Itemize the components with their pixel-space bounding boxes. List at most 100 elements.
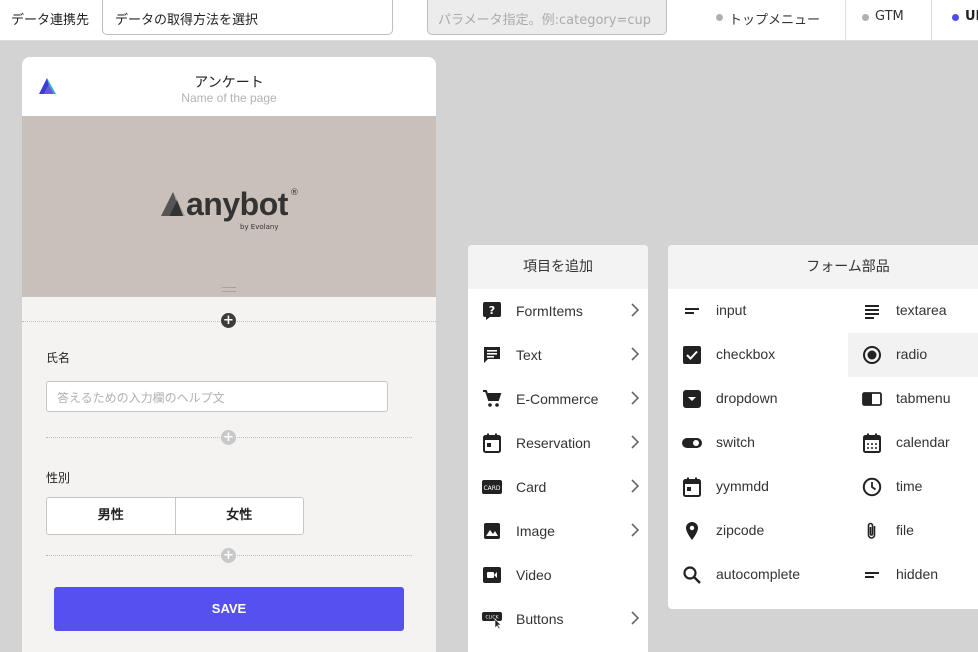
add-item-video[interactable]: Video bbox=[468, 553, 648, 597]
chevron-right-icon bbox=[631, 435, 640, 449]
toggle-icon bbox=[682, 438, 702, 448]
anybot-brand-logo: anybot ® by Evolany bbox=[161, 186, 299, 231]
part-label: dropdown bbox=[716, 390, 778, 406]
dropdown-icon bbox=[683, 390, 701, 408]
add-item-label: Reservation bbox=[516, 435, 591, 451]
add-item-label: Image bbox=[516, 523, 555, 539]
chevron-right-icon bbox=[631, 611, 640, 625]
field-label-gender: 性別 bbox=[46, 471, 71, 485]
part-input[interactable]: input bbox=[668, 289, 848, 333]
search-icon bbox=[683, 566, 701, 584]
hidden-field-icon bbox=[865, 572, 879, 578]
page-subtitle[interactable]: Name of the page bbox=[22, 91, 436, 105]
add-item-label: Buttons bbox=[516, 611, 564, 627]
video-icon bbox=[483, 567, 501, 583]
part-label: textarea bbox=[896, 302, 947, 318]
date-icon bbox=[683, 477, 701, 497]
checkbox-icon bbox=[683, 346, 701, 364]
part-hidden[interactable]: hidden bbox=[848, 553, 978, 597]
add-field-button[interactable]: + bbox=[221, 313, 236, 328]
add-item-ecommerce[interactable]: E-Commerce bbox=[468, 377, 648, 421]
brand-byline: by Evolany bbox=[240, 223, 279, 231]
form-parts-panel: フォーム部品 input checkbox dropdown switch yy… bbox=[668, 245, 978, 609]
parameter-input[interactable]: パラメータ指定。例:category=cup bbox=[427, 0, 667, 35]
card-icon: CARD bbox=[482, 480, 502, 494]
part-label: input bbox=[716, 302, 747, 318]
image-icon bbox=[484, 523, 500, 539]
chevron-right-icon bbox=[631, 303, 640, 317]
add-item-buttons[interactable]: CLICK Buttons bbox=[468, 597, 648, 641]
part-tabmenu[interactable]: tabmenu bbox=[848, 377, 978, 421]
short-text-icon bbox=[685, 308, 699, 314]
gender-radio-group: 男性 女性 bbox=[46, 497, 304, 535]
add-item-label: Card bbox=[516, 479, 547, 495]
chevron-right-icon bbox=[631, 347, 640, 361]
part-time[interactable]: time bbox=[848, 465, 978, 509]
add-item-image[interactable]: Image bbox=[468, 509, 648, 553]
svg-text:?: ? bbox=[489, 304, 495, 317]
part-textarea[interactable]: textarea bbox=[848, 289, 978, 333]
add-item-text[interactable]: Text bbox=[468, 333, 648, 377]
brand-mark-icon bbox=[161, 192, 185, 216]
add-item-label: E-Commerce bbox=[516, 391, 599, 407]
tab-label: トップメニュー bbox=[729, 13, 821, 28]
tab-status-dot bbox=[952, 14, 959, 21]
chevron-right-icon bbox=[631, 391, 640, 405]
part-label: tabmenu bbox=[896, 390, 951, 406]
add-field-button[interactable]: + bbox=[221, 548, 236, 563]
tab-url[interactable]: URL bbox=[952, 0, 978, 41]
data-source-select[interactable]: データの取得方法を選択 bbox=[102, 0, 393, 35]
part-autocomplete[interactable]: autocomplete bbox=[668, 553, 848, 597]
part-label: zipcode bbox=[716, 522, 765, 538]
part-label: switch bbox=[716, 434, 755, 450]
part-zipcode[interactable]: zipcode bbox=[668, 509, 848, 553]
add-item-card[interactable]: CARD Card bbox=[468, 465, 648, 509]
gender-option-female[interactable]: 女性 bbox=[174, 498, 304, 534]
message-icon bbox=[484, 347, 500, 363]
page-title[interactable]: アンケート bbox=[22, 72, 436, 92]
part-label: time bbox=[896, 478, 923, 494]
svg-text:CLICK: CLICK bbox=[485, 615, 499, 621]
tab-label: URL bbox=[965, 9, 978, 24]
form-preview: アンケート Name of the page anybot ® by Evola… bbox=[22, 57, 436, 652]
top-bar: データ連携先 データの取得方法を選択 パラメータ指定。例:category=cu… bbox=[0, 0, 978, 41]
part-label: autocomplete bbox=[716, 566, 801, 582]
question-box-icon: ? bbox=[483, 302, 501, 320]
field-label-name: 氏名 bbox=[46, 351, 71, 365]
part-label: calendar bbox=[896, 434, 950, 450]
add-field-button[interactable]: + bbox=[221, 430, 236, 445]
data-source-label: データ連携先 bbox=[11, 13, 90, 28]
tab-gtm[interactable]: GTM bbox=[862, 0, 904, 41]
form-parts-panel-title: フォーム部品 bbox=[668, 245, 978, 289]
add-item-formitems[interactable]: ? FormItems bbox=[468, 289, 648, 333]
add-item-reservation[interactable]: Reservation bbox=[468, 421, 648, 465]
gender-option-male[interactable]: 男性 bbox=[47, 498, 175, 534]
part-file[interactable]: file bbox=[848, 509, 978, 553]
brand-name: anybot bbox=[186, 186, 288, 222]
add-item-label: FormItems bbox=[516, 303, 583, 319]
part-label: file bbox=[896, 522, 914, 538]
part-label: hidden bbox=[896, 566, 939, 582]
drag-handle[interactable] bbox=[222, 287, 236, 292]
part-checkbox[interactable]: checkbox bbox=[668, 333, 848, 377]
paperclip-icon bbox=[867, 522, 876, 539]
add-item-label: Video bbox=[516, 567, 552, 583]
tab-status-dot bbox=[862, 14, 869, 21]
brand-registered-mark: ® bbox=[289, 188, 299, 198]
part-yymmdd[interactable]: yymmdd bbox=[668, 465, 848, 509]
part-radio[interactable]: radio bbox=[848, 333, 978, 377]
banner-image[interactable]: anybot ® by Evolany bbox=[22, 116, 436, 297]
radio-icon bbox=[863, 346, 881, 364]
paragraph-icon bbox=[865, 305, 879, 319]
tab-divider bbox=[931, 0, 932, 41]
calendar-icon bbox=[483, 433, 501, 453]
cart-icon bbox=[483, 390, 502, 407]
save-button[interactable]: SAVE bbox=[54, 587, 404, 631]
part-dropdown[interactable]: dropdown bbox=[668, 377, 848, 421]
part-label: yymmdd bbox=[716, 478, 769, 494]
part-calendar[interactable]: calendar bbox=[848, 421, 978, 465]
part-switch[interactable]: switch bbox=[668, 421, 848, 465]
click-button-icon: CLICK bbox=[482, 612, 502, 629]
tab-top-menu[interactable]: トップメニュー bbox=[716, 0, 820, 41]
name-input[interactable]: 答えるための入力欄のヘルプ文 bbox=[46, 381, 388, 412]
